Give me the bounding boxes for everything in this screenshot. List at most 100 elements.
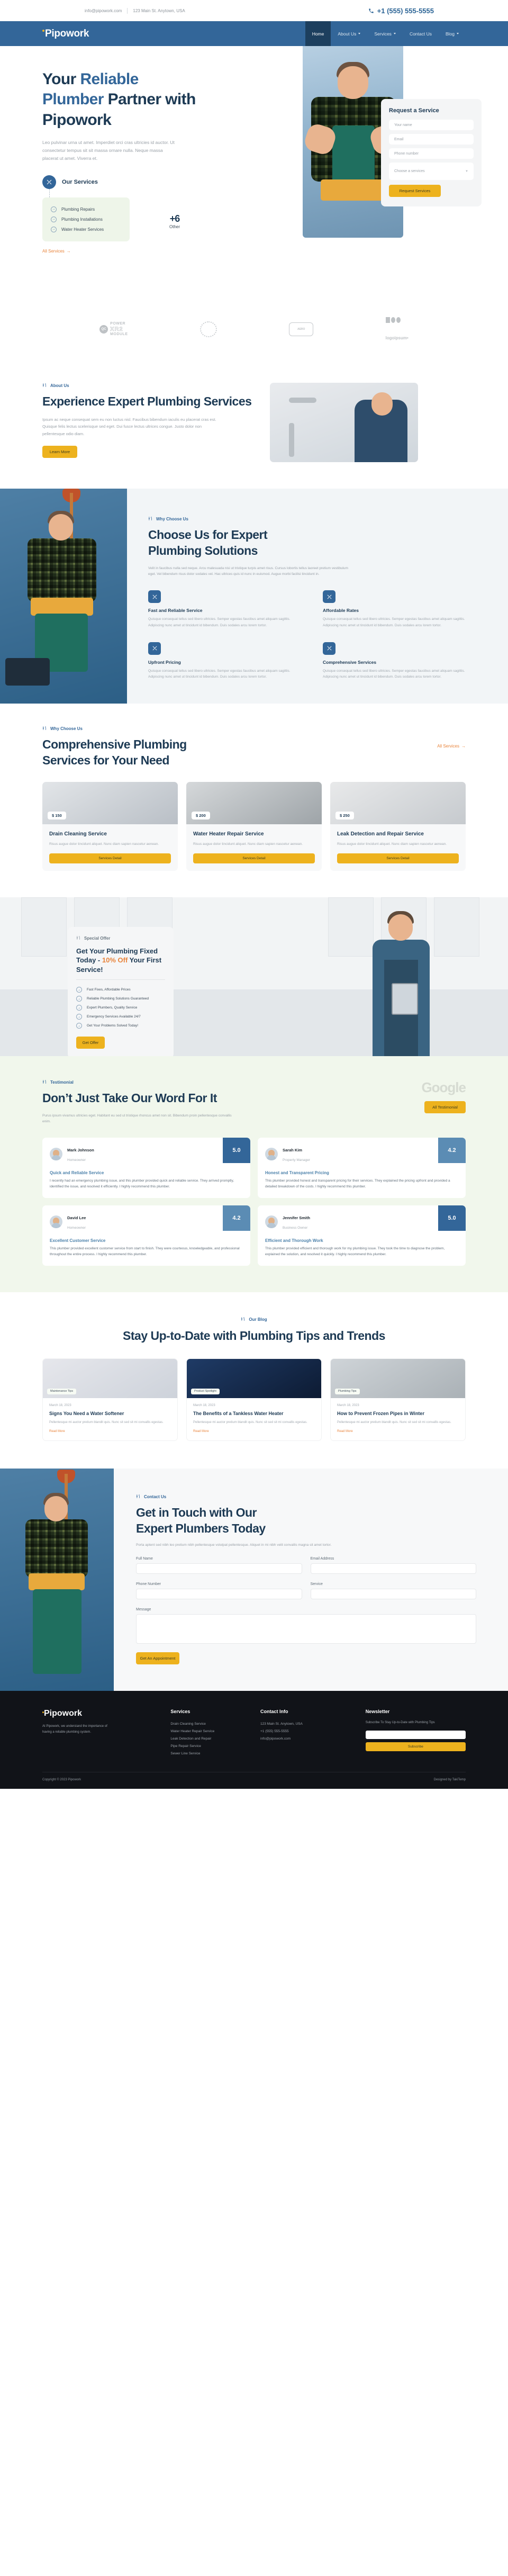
photo-shape — [29, 1573, 85, 1591]
credit-text: Designed by TakiTemp — [433, 1778, 466, 1782]
phone-number[interactable]: +1 (555) 555-5555 — [377, 7, 434, 15]
why-body: Velit in faucibus nulla sed neque. Arcu … — [148, 566, 348, 577]
about-body: Ipsum ac neque consequat sem eu non luct… — [42, 417, 216, 436]
top-bar-email[interactable]: info@pipowork.com — [85, 8, 122, 13]
why-title: Choose Us for Expert Plumbing Solutions — [148, 528, 268, 557]
read-more-link[interactable]: Read More — [337, 1430, 459, 1433]
footer-link[interactable]: Pipe Repair Service — [170, 1742, 248, 1750]
service-detail-button[interactable]: Services Detail — [49, 853, 171, 863]
name-input[interactable]: Your name — [389, 120, 474, 130]
reviewer-role: Homeowner — [67, 1158, 86, 1163]
all-services-link[interactable]: All Services → — [437, 744, 466, 749]
logo-dot-icon — [42, 29, 44, 32]
hero-title-part1: Your — [42, 70, 80, 88]
service-card[interactable]: $ 150 Drain Cleaning Service Risus augue… — [42, 782, 178, 871]
circle-icon — [391, 317, 395, 323]
dashed-connector — [49, 188, 50, 197]
contact-plumber-photo — [0, 1469, 114, 1691]
blog-image: Product Spotlight — [187, 1358, 321, 1398]
tools-icon — [148, 590, 161, 604]
service-input[interactable] — [310, 1588, 476, 1599]
reviewer-name: Jennifer Smith — [283, 1215, 311, 1220]
about-learn-more-button[interactable]: Learn More — [42, 446, 77, 458]
top-bar-phone[interactable]: +1 (555) 555-5555 — [368, 7, 434, 15]
why-label: Why Choose Us — [148, 516, 478, 522]
phone-field: Phone Number — [136, 1582, 302, 1599]
message-textarea[interactable] — [136, 1614, 476, 1644]
newsletter-text: Subscribe To Stay Up-to-Date with Plumbi… — [365, 1721, 435, 1725]
all-testimonial-button[interactable]: All Testimonial — [424, 1101, 466, 1113]
feature-body: Quisque consequat tellus sed libero ultr… — [323, 669, 465, 679]
newsletter-email-input[interactable] — [365, 1730, 466, 1739]
email-input[interactable]: Email — [389, 134, 474, 145]
full-name-input[interactable] — [136, 1563, 302, 1574]
phone-input[interactable] — [136, 1588, 302, 1599]
service-detail-button[interactable]: Services Detail — [193, 853, 315, 863]
service-list-item[interactable]: → Plumbing Installations — [51, 214, 121, 224]
reviewer-name: David Lee — [67, 1215, 86, 1220]
footer-link[interactable]: Drain Cleaning Service — [170, 1720, 248, 1727]
offer-list-item: → Reliable Plumbing Solutions Guaranteed — [76, 994, 165, 1003]
blog-post-title: How to Prevent Frozen Pipes in Winter — [337, 1410, 424, 1416]
service-list-item[interactable]: → Plumbing Repairs — [51, 204, 121, 214]
about-title: Experience Expert Plumbing Services — [42, 394, 252, 408]
services-section: Why Choose Us Comprehensive Plumbing Ser… — [0, 703, 508, 897]
footer-link[interactable]: Water Heater Repair Service — [170, 1727, 248, 1735]
about-section: About Us Experience Expert Plumbing Serv… — [0, 358, 508, 489]
footer-email[interactable]: info@pipowork.com — [260, 1735, 353, 1742]
get-appointment-button[interactable]: Get An Appointment — [136, 1652, 179, 1664]
blog-card[interactable]: Plumbing Tips March 18, 2023 How to Prev… — [330, 1358, 466, 1442]
footer-logo[interactable]: Pipowork — [42, 1709, 158, 1718]
price-badge: $ 150 — [48, 812, 66, 820]
get-offer-button[interactable]: Get Offer — [76, 1037, 105, 1049]
why-features: Fast and Reliable Service Quisque conseq… — [148, 590, 478, 680]
arrow-right-icon: → — [66, 248, 71, 254]
service-card[interactable]: $ 250 Leak Detection and Repair Service … — [330, 782, 466, 871]
nav-item-about-us[interactable]: About Us — [331, 21, 367, 46]
wreath-icon — [199, 321, 217, 337]
footer-link[interactable]: Sewer Line Service — [170, 1750, 248, 1757]
all-services-link[interactable]: All Services → — [42, 249, 71, 254]
hero-title-highlight2: Plumber — [42, 91, 104, 109]
nav-item-home[interactable]: Home — [305, 21, 331, 46]
service-title: Drain Cleaning Service — [49, 831, 107, 837]
request-services-button[interactable]: Request Services — [389, 185, 441, 197]
arrow-right-circle-icon: → — [51, 226, 57, 232]
reviewer-name: Sarah Kim — [283, 1148, 303, 1153]
tools-icon — [148, 642, 161, 655]
phone-label: Phone Number — [136, 1582, 161, 1586]
footer-phone[interactable]: +1 (555) 555-5555 — [260, 1727, 353, 1735]
main-navigation: Pipowork Home About Us Services Contact … — [0, 21, 508, 46]
name-placeholder: Your name — [394, 123, 412, 127]
reviewer-name: Mark Johnson — [67, 1148, 94, 1153]
subscribe-button[interactable]: Subscribe — [365, 1742, 466, 1751]
service-list-item[interactable]: → Water Heater Services — [51, 224, 121, 235]
blog-image: Plumbing Tips — [331, 1358, 465, 1398]
footer-link[interactable]: Leak Detection and Repair — [170, 1735, 248, 1742]
logo-shapes — [385, 317, 409, 323]
logoipsum-logo: logoipsum• — [385, 317, 409, 342]
read-more-link[interactable]: Read More — [49, 1430, 171, 1433]
offer-list-item: → Expert Plumbers, Quality Service — [76, 1003, 165, 1012]
logo-line2: XR2 — [110, 326, 123, 332]
blog-card[interactable]: Maintenance Tips March 18, 2023 Signs Yo… — [42, 1358, 178, 1442]
service-label: Water Heater Services — [61, 227, 104, 232]
read-more-link[interactable]: Read More — [193, 1430, 315, 1433]
email-input[interactable] — [310, 1563, 476, 1574]
blog-card[interactable]: Product Spotlight March 18, 2023 The Ben… — [186, 1358, 322, 1442]
email-placeholder: Email — [394, 137, 404, 141]
service-select[interactable]: Choose a services ▼ — [389, 163, 474, 180]
nav-item-contact-us[interactable]: Contact Us — [403, 21, 439, 46]
service-label: Service — [310, 1582, 323, 1586]
brand-logo[interactable]: Pipowork — [42, 21, 89, 46]
nav-item-services[interactable]: Services — [367, 21, 403, 46]
services-label-text: Why Choose Us — [50, 726, 83, 731]
service-field: Service — [310, 1582, 476, 1599]
logo-line3: MODULE — [110, 332, 128, 337]
service-detail-button[interactable]: Services Detail — [337, 853, 459, 863]
nav-item-blog[interactable]: Blog — [439, 21, 466, 46]
phone-input[interactable]: Phone number — [389, 148, 474, 159]
logo-dot-icon — [42, 1712, 44, 1714]
service-card[interactable]: $ 200 Water Heater Repair Service Risus … — [186, 782, 322, 871]
blog-post-desc: Pellentesque mi auctor pretium blandit q… — [337, 1421, 451, 1425]
